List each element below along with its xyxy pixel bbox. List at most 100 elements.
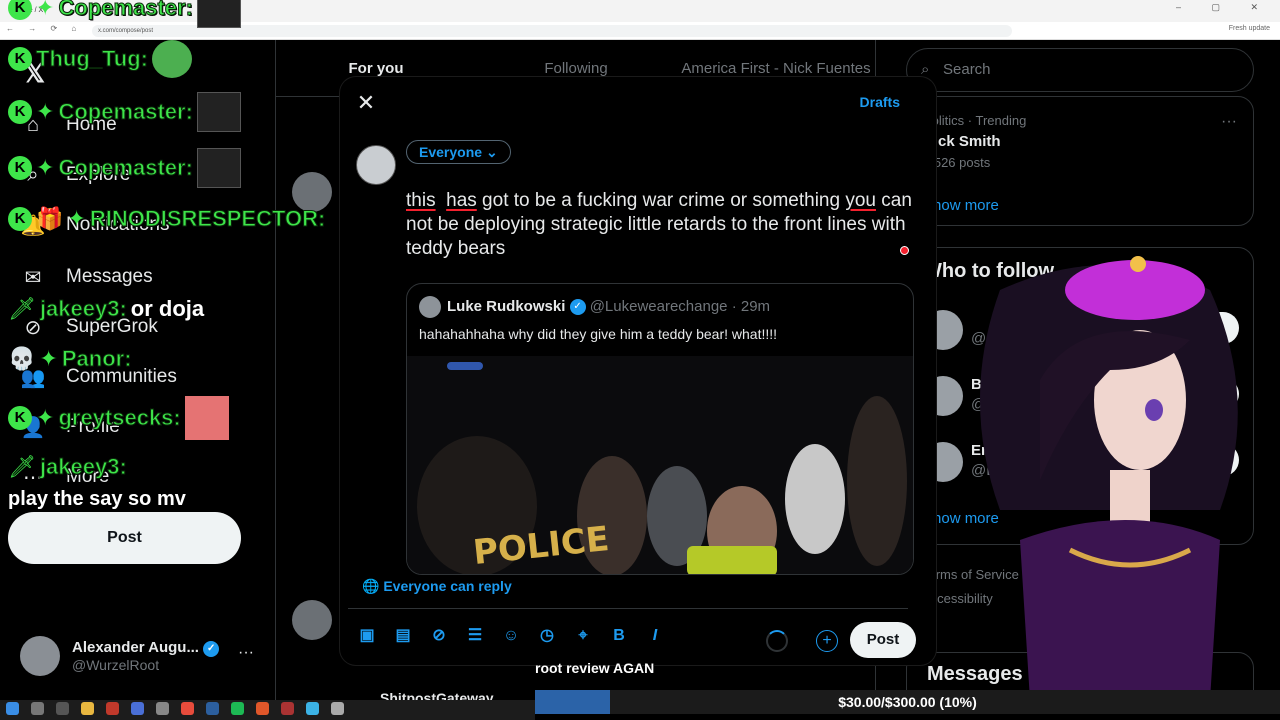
crowd-figure (785, 444, 845, 554)
avatar[interactable] (356, 145, 396, 185)
account-switcher[interactable]: Alexander Augu... ✓ @WurzelRoot ··· (20, 634, 260, 678)
reply-setting-button[interactable]: 🌐 Everyone can reply (362, 578, 512, 595)
nav-label: Explore (66, 164, 131, 185)
italic-icon[interactable]: I (646, 627, 664, 645)
drafts-button[interactable]: Drafts (860, 94, 900, 110)
more-icon: ⋯ (23, 466, 43, 489)
nav-profile[interactable]: 👤 Profile (20, 414, 120, 440)
emoji-icon[interactable]: ☺ (502, 627, 520, 645)
avatar[interactable] (292, 600, 332, 640)
search-input[interactable]: ⌕ Search (906, 48, 1254, 92)
who-to-follow-card: Who to follow @ Follow Bitmoh @Roxbo... … (906, 247, 1254, 545)
audience-selector[interactable]: Everyone ⌄ (406, 140, 511, 164)
app-icon[interactable] (156, 702, 169, 715)
compose-textarea[interactable]: this has got to be a fucking war crime o… (406, 189, 918, 261)
person-icon: 👤 (20, 416, 46, 439)
follow-back-button[interactable]: Follow back (1126, 378, 1239, 410)
follow-suggestion[interactable]: Bitmoh @Roxbo... Follow back (923, 372, 1239, 422)
right-sidebar: ⌕ Search Politics · Trending Nick Smith … (876, 40, 1280, 700)
add-post-icon[interactable]: + (816, 630, 838, 652)
nav-label: More (66, 466, 110, 487)
app-icon[interactable] (281, 702, 294, 715)
left-sidebar: 𝕏 ⌂ Home ⌕ Explore 🔔 Notifications ✉ Mes… (0, 40, 276, 700)
trending-card: Politics · Trending Nick Smith 3,526 pos… (906, 96, 1254, 226)
trend-category: Politics · Trending (923, 113, 1027, 128)
brave-icon[interactable] (256, 702, 269, 715)
more-dots-icon[interactable]: ··· (238, 644, 254, 662)
home-icon: ⌂ (26, 113, 40, 136)
nav-messages[interactable]: ✉ Messages (20, 264, 153, 290)
follow-suggestion[interactable]: @ Follow (923, 306, 1239, 356)
goal-text: $30.00/$300.00 (10%) (838, 694, 977, 710)
nav-label: Communities (66, 366, 177, 387)
nav-home[interactable]: ⌂ Home (20, 112, 117, 138)
spotify-icon[interactable] (231, 702, 244, 715)
bold-icon[interactable]: B (610, 627, 628, 645)
nav-supergrok[interactable]: ⊘ SuperGrok (20, 314, 158, 340)
app-icon[interactable] (331, 702, 344, 715)
nav-label: Notifications (66, 214, 170, 235)
poll-icon[interactable]: ☰ (466, 627, 484, 645)
schedule-icon[interactable]: ◷ (538, 627, 556, 645)
browser-tab[interactable]: Home / X (6, 2, 51, 20)
nav-label: Home (66, 114, 117, 135)
safety-vest (687, 546, 777, 574)
avatar[interactable] (292, 172, 332, 212)
search-icon: ⌕ (27, 163, 39, 186)
x-logo-icon[interactable]: 𝕏 (24, 58, 45, 89)
gif-icon[interactable]: ▤ (394, 627, 412, 645)
grok-icon[interactable]: ⊘ (430, 627, 448, 645)
close-icon[interactable]: ✕ (354, 91, 378, 115)
nav-notifications[interactable]: 🔔 Notifications (20, 212, 170, 238)
follow-button[interactable]: Follow (1162, 444, 1239, 476)
mail-icon: ✉ (24, 266, 42, 289)
nav-arrows-icon[interactable]: ← → ⟳ ⌂ (6, 24, 82, 33)
steam-icon[interactable] (206, 702, 219, 715)
more-dots-icon[interactable]: ··· (1221, 113, 1237, 131)
nav-label: SuperGrok (66, 316, 158, 337)
location-icon[interactable]: ⌖ (574, 627, 592, 645)
task-view-icon[interactable] (56, 702, 69, 715)
windows-start-icon[interactable] (6, 702, 19, 715)
account-name: Alexander Augu... ✓ (72, 639, 220, 657)
url-field[interactable]: x.com/compose/post (92, 25, 1012, 37)
donation-goal-bar: $30.00/$300.00 (10%) (535, 690, 1280, 714)
account-handle: @WurzelRoot (72, 656, 160, 673)
avatar (419, 296, 441, 318)
divider (348, 608, 908, 609)
quote-video[interactable]: POLICE (407, 356, 913, 574)
verified-badge-icon: ✓ (569, 299, 586, 316)
chrome-icon[interactable] (181, 702, 194, 715)
compose-modal: ✕ Drafts Everyone ⌄ this has got to be a… (340, 77, 936, 665)
address-bar-row: ← → ⟳ ⌂ x.com/compose/post Fresh update (0, 22, 1280, 40)
nav-more[interactable]: ⋯ More (20, 464, 109, 490)
nav-explore[interactable]: ⌕ Explore (20, 162, 130, 188)
image-icon[interactable]: ▣ (358, 627, 376, 645)
bell-icon: 🔔 (20, 214, 46, 237)
nav-communities[interactable]: 👥 Communities (20, 364, 177, 390)
post-button[interactable]: Post (850, 622, 916, 658)
crowd-figure (847, 396, 907, 566)
follow-button[interactable]: Follow (1162, 312, 1239, 344)
app-icon[interactable] (106, 702, 119, 715)
app-icon[interactable] (131, 702, 144, 715)
misspelled-word: has (446, 190, 477, 211)
globe-icon: 🌐 (362, 578, 384, 594)
quoted-tweet[interactable]: Luke Rudkowski ✓ @Lukewearechange · 29m … (406, 283, 914, 575)
taskbar-icons (6, 702, 344, 715)
footer-link[interactable]: Terms of Service (922, 567, 1019, 582)
card-title: Who to follow (923, 260, 1055, 282)
window-controls[interactable]: – ▢ ✕ (1176, 2, 1272, 13)
profile-chip[interactable]: Fresh update (1229, 25, 1270, 32)
nav-label: Profile (66, 416, 120, 437)
app-icon[interactable] (306, 702, 319, 715)
recording-dot-icon (900, 246, 909, 255)
search-icon[interactable] (31, 702, 44, 715)
misspelled-word: this (406, 190, 436, 211)
avatar (20, 636, 60, 676)
sidebar-post-button[interactable]: Post (8, 512, 241, 564)
browser-tab-strip: Home / X – ▢ ✕ (0, 0, 1280, 22)
follow-suggestion[interactable]: Emerald Ro... @EmeraldR... Follow (923, 438, 1239, 488)
folder-icon[interactable] (81, 702, 94, 715)
misspelled-word: you (845, 190, 876, 211)
